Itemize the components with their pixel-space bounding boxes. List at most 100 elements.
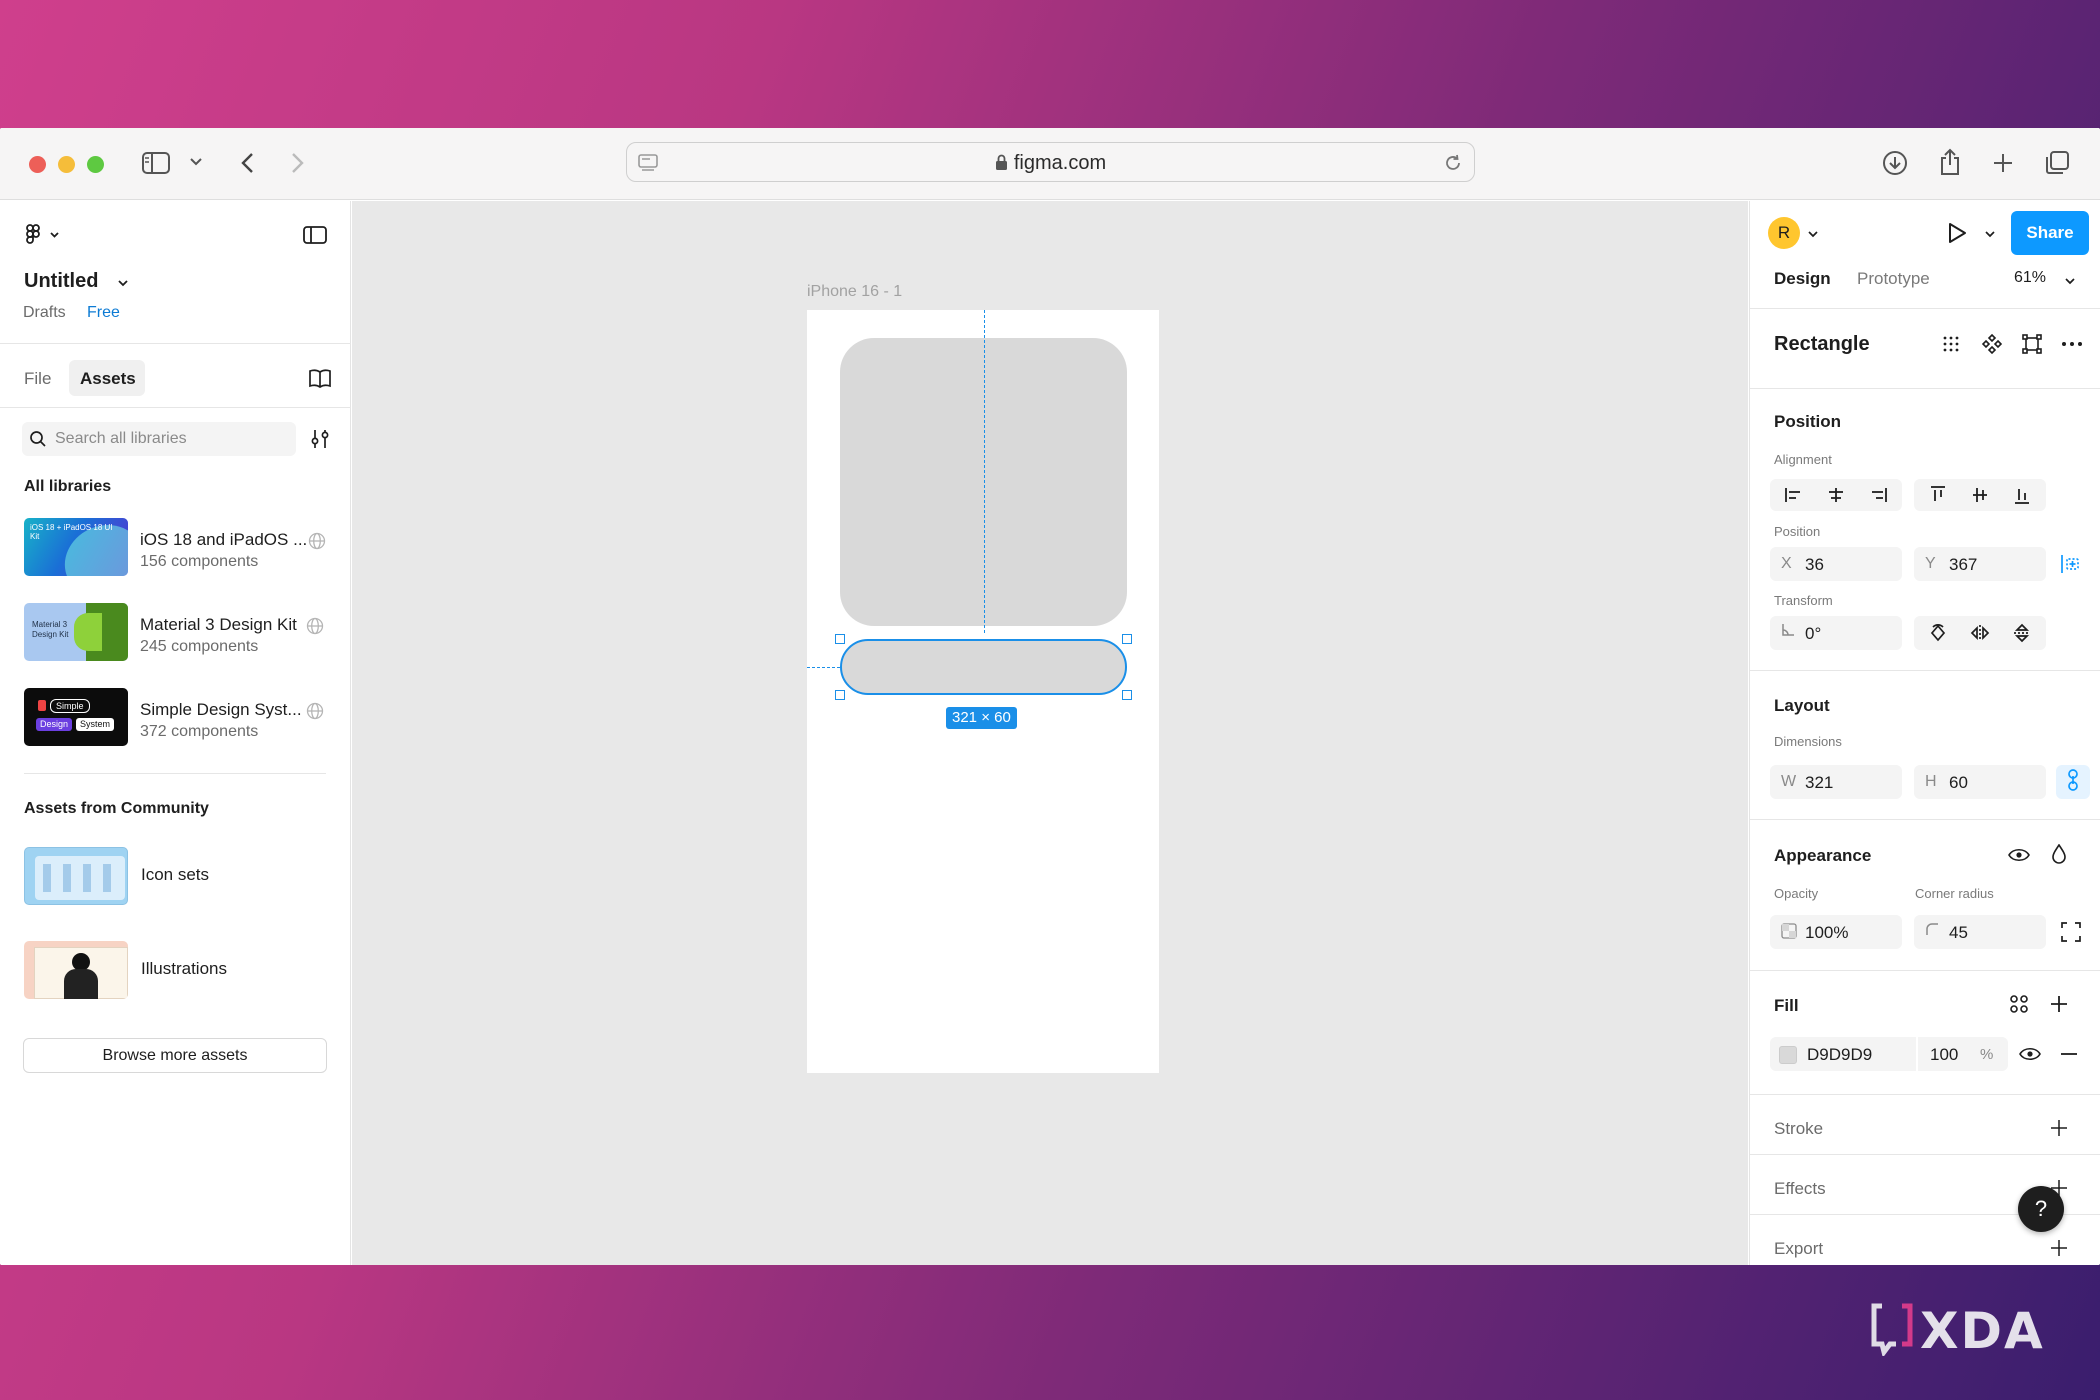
chevron-down-icon[interactable] — [115, 275, 131, 291]
help-button[interactable]: ? — [2018, 1186, 2064, 1232]
library-thumbnail: Material 3 Design Kit — [24, 603, 128, 661]
xda-mark-icon — [1871, 1303, 1913, 1356]
align-bottom-icon[interactable] — [2002, 479, 2042, 511]
flip-horizontal-icon[interactable] — [1960, 617, 2000, 649]
forward-arrow-icon[interactable] — [287, 148, 309, 178]
x-position-field[interactable]: X 36 — [1770, 547, 1902, 581]
design-canvas[interactable]: iPhone 16 - 1 321 × 60 — [352, 201, 1748, 1265]
fill-color-swatch[interactable] — [1779, 1046, 1797, 1064]
fill-percent-sign: % — [1980, 1046, 1994, 1063]
grid-dots-icon[interactable] — [1938, 331, 1964, 357]
more-options-icon[interactable] — [2059, 331, 2085, 357]
h-label: H — [1925, 773, 1937, 790]
browse-more-assets-button[interactable]: Browse more assets — [23, 1038, 327, 1073]
reload-icon[interactable] — [1442, 152, 1464, 174]
file-name[interactable]: Untitled — [24, 270, 98, 293]
library-book-icon[interactable] — [306, 365, 334, 391]
eye-icon[interactable] — [2006, 843, 2032, 867]
tab-prototype[interactable]: Prototype — [1857, 269, 1930, 289]
align-horizontal-center-icon[interactable] — [1816, 479, 1856, 511]
chevron-down-icon[interactable] — [1983, 227, 1997, 241]
new-tab-icon[interactable] — [1988, 148, 2018, 178]
width-field[interactable]: W 321 — [1770, 765, 1902, 799]
resize-handle[interactable] — [1122, 634, 1132, 644]
avatar[interactable]: R — [1768, 217, 1800, 249]
rotation-value: 0° — [1805, 624, 1822, 643]
align-right-icon[interactable] — [1858, 479, 1898, 511]
selected-rectangle[interactable] — [840, 639, 1127, 695]
watermark-text: XDA — [1920, 1302, 2045, 1360]
opacity-icon — [1781, 923, 1797, 944]
iphone-frame[interactable]: 321 × 60 — [807, 310, 1159, 1073]
zoom-level[interactable]: 61% — [2014, 269, 2046, 287]
chevron-down-icon[interactable] — [2063, 274, 2077, 288]
community-item-illustrations[interactable]: Illustrations — [0, 935, 351, 1005]
add-fill-icon[interactable] — [2046, 991, 2072, 1017]
library-item[interactable]: Material 3 Design Kit Material 3 Design … — [0, 598, 351, 666]
plan-badge[interactable]: Free — [87, 304, 120, 322]
align-top-icon[interactable] — [1918, 479, 1958, 511]
minimize-window-button[interactable] — [58, 156, 75, 173]
align-left-icon[interactable] — [1774, 479, 1814, 511]
tab-design[interactable]: Design — [1774, 269, 1831, 289]
chevron-down-icon[interactable] — [188, 154, 204, 170]
tab-overview-icon[interactable] — [2042, 148, 2072, 178]
file-location[interactable]: Drafts — [23, 304, 66, 322]
y-position-field[interactable]: Y 367 — [1914, 547, 2046, 581]
browser-toolbar: figma.com — [0, 128, 2100, 200]
opacity-field[interactable]: 100% — [1770, 915, 1902, 949]
component-icon[interactable] — [1979, 331, 2005, 357]
back-arrow-icon[interactable] — [236, 148, 258, 178]
alignment-label: Alignment — [1774, 452, 1832, 467]
rotation-field[interactable]: 0° — [1770, 616, 1902, 650]
constrain-proportions-button[interactable] — [2056, 765, 2090, 799]
resize-handle[interactable] — [835, 690, 845, 700]
share-button[interactable]: Share — [2011, 211, 2089, 255]
frame-label[interactable]: iPhone 16 - 1 — [807, 283, 902, 301]
panel-layout-icon[interactable] — [300, 221, 330, 249]
avatar-initial: R — [1777, 223, 1791, 242]
resize-handle[interactable] — [1122, 690, 1132, 700]
add-export-icon[interactable] — [2046, 1235, 2072, 1261]
community-item-icon-sets[interactable]: Icon sets — [0, 841, 351, 911]
independent-corners-icon[interactable] — [2058, 919, 2084, 945]
library-item[interactable]: Simple Design System Simple Design Syst.… — [0, 683, 351, 751]
remove-fill-icon[interactable] — [2056, 1042, 2082, 1066]
play-icon[interactable] — [1943, 219, 1971, 247]
y-label: Y — [1925, 555, 1936, 572]
figma-menu-icon[interactable] — [22, 221, 66, 249]
horizontal-align-group — [1770, 479, 1902, 511]
eye-icon[interactable] — [2017, 1042, 2043, 1066]
height-field[interactable]: H 60 — [1914, 765, 2046, 799]
align-vertical-center-icon[interactable] — [1960, 479, 2000, 511]
tab-file[interactable]: File — [24, 369, 51, 389]
frame-selection-icon[interactable] — [2019, 331, 2045, 357]
zoom-window-button[interactable] — [87, 156, 104, 173]
styles-grid-icon[interactable] — [2006, 991, 2032, 1017]
resize-handle[interactable] — [835, 634, 845, 644]
share-page-icon[interactable] — [1935, 146, 1965, 178]
fill-hex-value[interactable]: D9D9D9 — [1807, 1045, 1872, 1065]
fill-row[interactable]: D9D9D9 100 % — [1770, 1037, 2008, 1071]
blend-drop-icon[interactable] — [2046, 841, 2072, 867]
corner-radius-icon — [1925, 922, 1939, 941]
search-icon — [28, 429, 48, 449]
illustrations-thumbnail — [24, 941, 128, 999]
sidebar-toggle-icon[interactable] — [141, 148, 171, 178]
tab-assets[interactable]: Assets — [69, 360, 145, 396]
flip-vertical-icon[interactable] — [2002, 617, 2042, 649]
downloads-icon[interactable] — [1880, 148, 1910, 178]
chevron-down-icon[interactable] — [1806, 227, 1820, 241]
close-window-button[interactable] — [29, 156, 46, 173]
constraints-icon[interactable] — [2056, 550, 2084, 578]
search-libraries-field[interactable]: Search all libraries — [22, 422, 296, 456]
rotate-icon[interactable] — [1918, 617, 1958, 649]
thumbnail-text: iOS 18 + iPadOS 18 UI Kit — [30, 523, 113, 541]
library-count: 245 components — [140, 638, 259, 655]
library-item[interactable]: iOS 18 + iPadOS 18 UI Kit iOS 18 and iPa… — [0, 513, 351, 581]
add-stroke-icon[interactable] — [2046, 1115, 2072, 1141]
address-bar[interactable]: figma.com — [626, 142, 1475, 182]
filter-sliders-icon[interactable] — [307, 426, 333, 452]
corner-radius-field[interactable]: 45 — [1914, 915, 2046, 949]
fill-opacity-value[interactable]: 100 — [1930, 1045, 1958, 1065]
